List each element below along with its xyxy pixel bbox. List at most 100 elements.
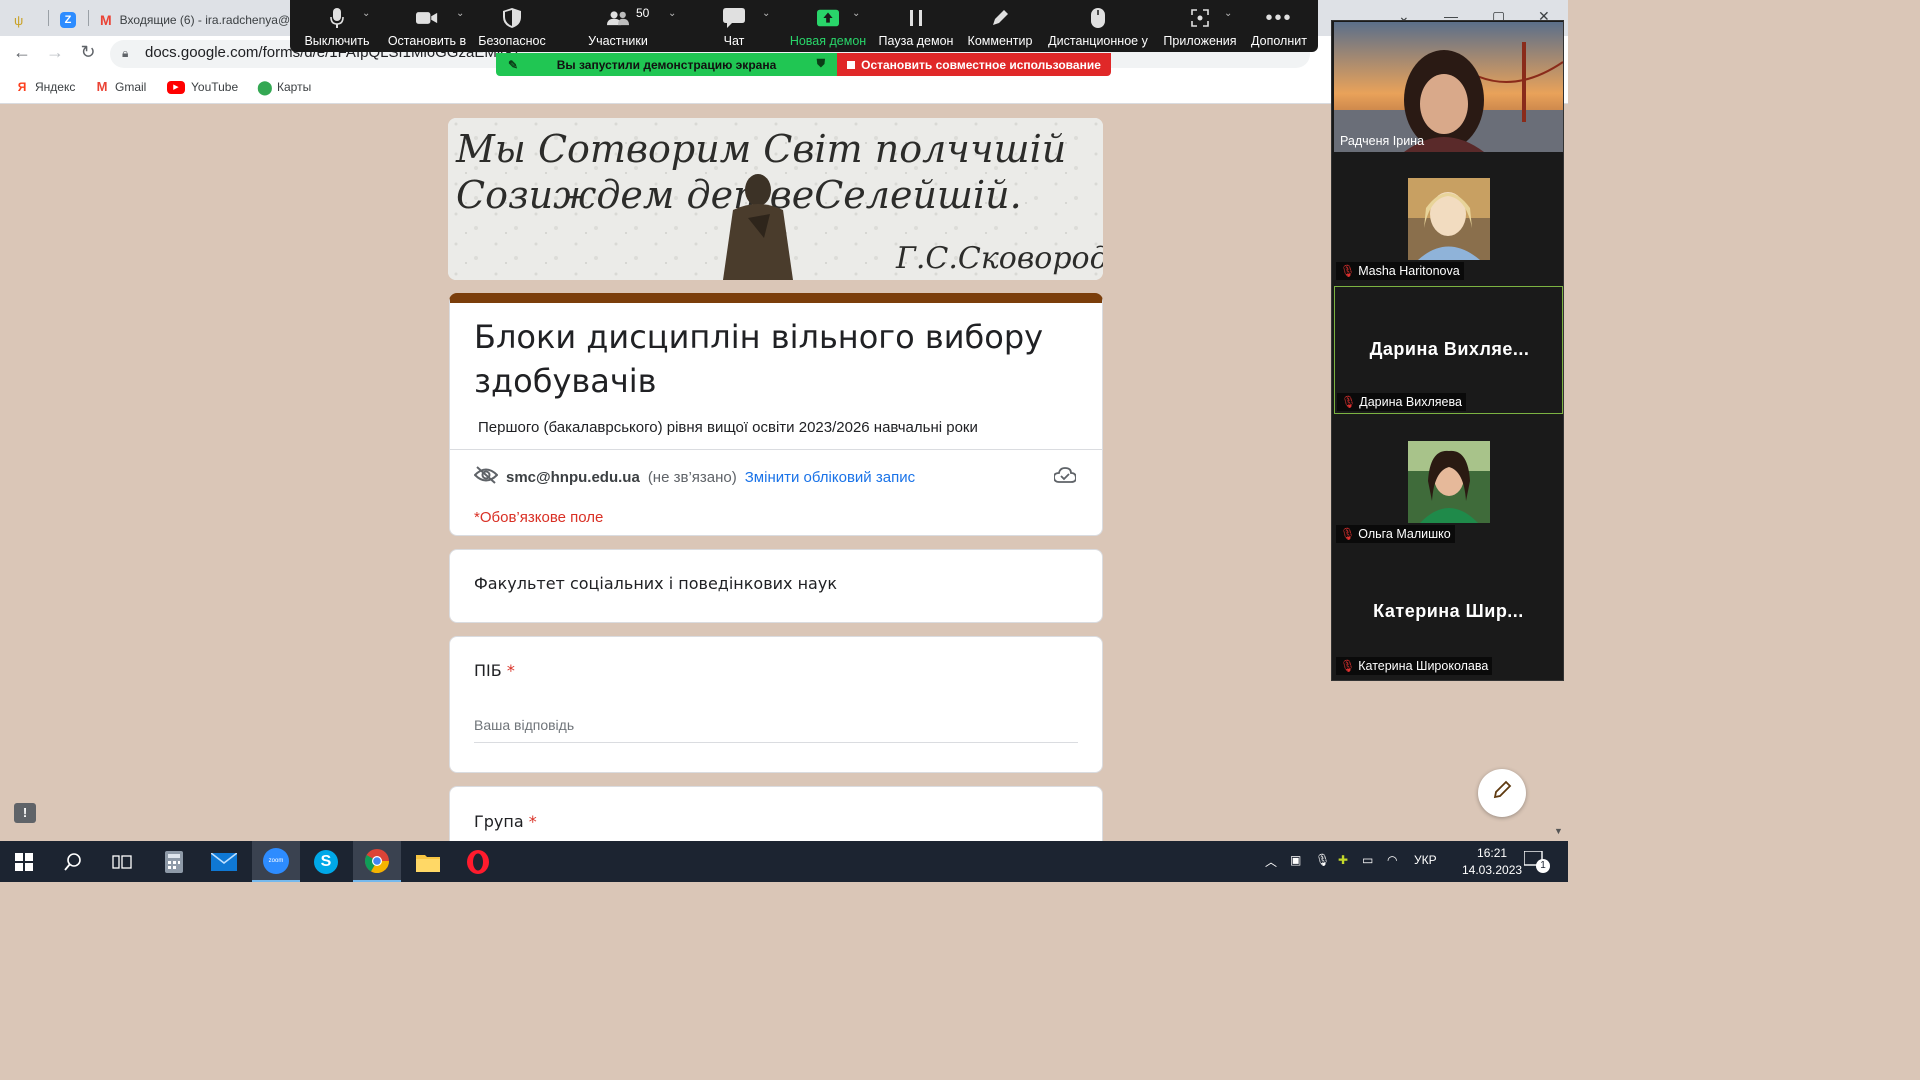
participants-count: 50 (636, 6, 650, 20)
account-email: smc@hnpu.edu.ua (506, 468, 640, 486)
search-icon[interactable] (49, 841, 97, 882)
bookmark-label: Яндекс (35, 80, 76, 94)
language-indicator[interactable]: УКР (1414, 853, 1437, 867)
participant-name: Радченя Ірина (1336, 132, 1428, 150)
cloud-saved-icon (1053, 467, 1077, 488)
name-answer-input[interactable]: Ваша відповідь (474, 717, 1078, 743)
clock-time: 16:21 (1477, 846, 1508, 860)
gmail-icon: M (100, 12, 112, 28)
participant-display-name: Катерина Шир... (1373, 601, 1524, 621)
task-view-icon[interactable] (98, 841, 146, 882)
shield-check-icon: ⛊ (816, 58, 825, 70)
youtube-icon: ▶ (167, 80, 185, 94)
participant-tile[interactable]: 🎙︎ Masha Haritonova (1334, 154, 1563, 282)
clock[interactable]: 16:21 14.03.2023 (1462, 845, 1522, 879)
participant-name-text: Ольга Малишко (1358, 527, 1451, 541)
participant-tile[interactable]: Катерина Шир... 🎙︎ Катерина Широколава (1334, 549, 1563, 677)
question-title: Група * (474, 812, 537, 831)
pause-share-button[interactable]: Пауза демон (876, 0, 956, 52)
participant-tile[interactable]: Радченя Ірина (1334, 22, 1563, 152)
divider (450, 449, 1102, 450)
security-button[interactable]: Безопаснос (476, 0, 548, 52)
toolbar-label: Дистанционное у (1048, 34, 1148, 48)
bookmark-label: YouTube (191, 80, 239, 94)
bookmark-maps[interactable]: ⬤ Карты (257, 80, 311, 94)
wifi-icon[interactable]: ◠ (1387, 853, 1397, 867)
mail-icon[interactable] (200, 841, 248, 882)
notifications-icon[interactable]: 1 (1523, 850, 1550, 874)
toolbar-label: Остановить в (387, 34, 467, 48)
windows-start-icon[interactable] (0, 841, 48, 882)
participant-tile-active-speaker[interactable]: Дарина Вихляе... 🎙︎ Дарина Вихляева (1334, 286, 1563, 414)
toolbar-label: Чат (723, 34, 745, 48)
zoom-app-icon[interactable]: zoom (252, 841, 300, 882)
participant-display-name: Дарина Вихляе... (1369, 339, 1530, 359)
chrome-icon[interactable] (353, 841, 401, 882)
bookmark-youtube[interactable]: ▶ YouTube (167, 80, 238, 94)
more-icon: ••• (1265, 6, 1293, 29)
participant-tile[interactable]: 🎙︎ Ольга Малишко (1334, 417, 1563, 545)
camera-tray-icon[interactable]: ▣ (1290, 853, 1301, 867)
question-card-name: ПІБ * Ваша відповідь (449, 636, 1103, 773)
eye-off-icon (473, 465, 499, 489)
required-star: * (528, 812, 537, 831)
zoom-meeting-toolbar: Выключить ⌄ Остановить в ⌄ Безопаснос Уч… (290, 0, 1318, 52)
gmail-icon: M (96, 79, 108, 94)
scroll-down-icon[interactable]: ▼ (1554, 826, 1563, 836)
maps-pin-icon: ⬤ (257, 79, 273, 95)
app-tray-icon[interactable]: ✚ (1338, 853, 1348, 867)
remote-control-button[interactable]: Дистанционное у (1046, 0, 1150, 52)
toolbar-label: Участники (588, 34, 648, 48)
chevron-down-icon[interactable]: ⌄ (1224, 8, 1232, 19)
pencil-icon (1492, 780, 1512, 806)
tab-gmail-label: Входящие (6) - ira.radchenya@ (119, 13, 291, 27)
more-button[interactable]: ••• Дополнит (1246, 0, 1312, 52)
chevron-down-icon[interactable]: ⌄ (362, 8, 370, 19)
opera-icon[interactable] (454, 841, 502, 882)
microphone-icon (326, 8, 348, 28)
participant-name: 🎙︎ Катерина Широколава (1336, 657, 1493, 675)
avatar (1408, 178, 1490, 260)
bookmark-gmail[interactable]: M Gmail (95, 79, 147, 95)
feedback-icon[interactable]: ! (14, 803, 36, 823)
chevron-down-icon[interactable]: ⌄ (668, 8, 676, 19)
chevron-down-icon[interactable]: ⌄ (762, 8, 770, 19)
muted-mic-icon: 🎙︎ (1341, 395, 1357, 409)
reload-icon[interactable]: ↻ (76, 42, 100, 63)
section-text: Факультет соціальних і поведінкових наук (474, 574, 837, 593)
chevron-down-icon[interactable]: ⌄ (456, 8, 464, 19)
tab-gmail[interactable]: M Входящие (6) - ira.radchenya@ (100, 4, 290, 36)
annotate-button[interactable]: Комментир (962, 0, 1038, 52)
ukraine-trident-icon: ψ (14, 12, 24, 28)
back-arrow-icon[interactable]: ← (10, 42, 34, 63)
form-title: Блоки дисциплін вільного вибору здобувач… (474, 318, 1044, 400)
chat-icon (723, 8, 745, 28)
chevron-up-icon[interactable]: ︿ (1265, 853, 1277, 870)
account-status: (не зв’язано) (647, 468, 737, 486)
share-screen-icon (817, 8, 839, 28)
tab-ukraine[interactable]: ψ (14, 4, 23, 36)
switch-account-link[interactable]: Змінити обліковий запис (745, 469, 915, 486)
microphone-tray-icon[interactable]: 🎙︎ (1315, 853, 1330, 867)
skype-icon[interactable]: S (302, 841, 350, 882)
toolbar-label: Выключить (304, 34, 370, 48)
participant-name: 🎙︎ Masha Haritonova (1336, 262, 1464, 280)
file-explorer-icon[interactable] (404, 841, 452, 882)
participant-name-text: Катерина Широколава (1358, 659, 1489, 673)
participants-icon (607, 8, 629, 28)
battery-icon[interactable]: ▭ (1362, 853, 1373, 867)
forward-arrow-icon[interactable]: → (43, 42, 67, 63)
tab-zoom[interactable]: Z (60, 4, 76, 36)
calculator-icon[interactable] (150, 841, 198, 882)
toolbar-label: Новая демон (789, 34, 867, 48)
muted-mic-icon: 🎙︎ (1340, 527, 1356, 541)
toolbar-label: Комментир (967, 34, 1033, 48)
bookmark-label: Карты (277, 80, 312, 94)
chat-button[interactable]: Чат (706, 0, 762, 52)
participant-name-text: Masha Haritonova (1358, 264, 1460, 278)
chevron-down-icon[interactable]: ⌄ (852, 8, 860, 19)
form-description: Першого (бакалаврського) рівня вищої осв… (478, 419, 978, 436)
bookmark-yandex[interactable]: Я Яндекс (15, 80, 75, 94)
stop-share-button[interactable]: Остановить совместное использование (837, 53, 1111, 76)
edit-pencil-button[interactable] (1478, 769, 1526, 817)
